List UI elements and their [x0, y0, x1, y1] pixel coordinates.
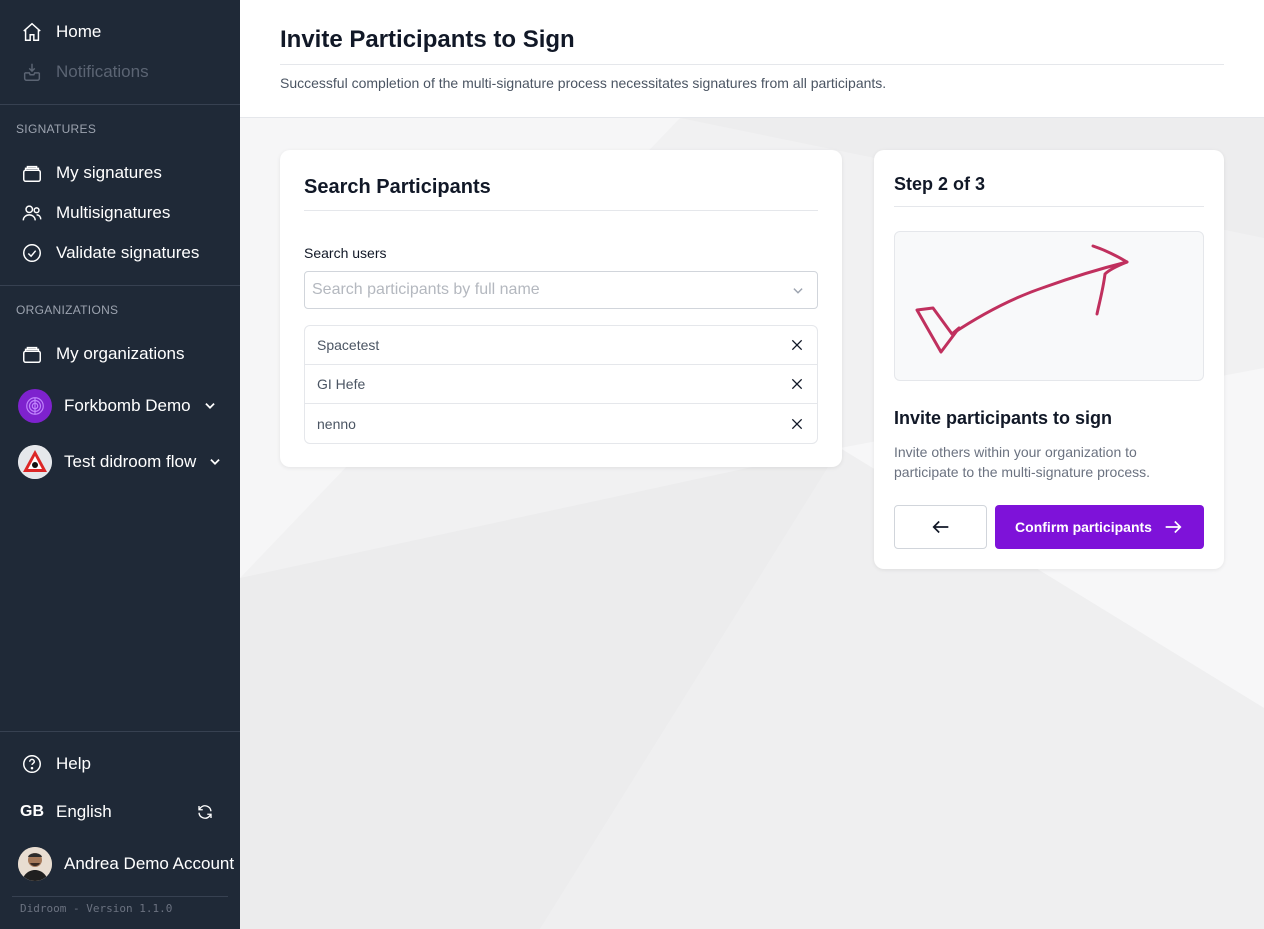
remove-participant-icon[interactable]: [789, 416, 805, 432]
selected-participants-list: Spacetest GI Hefe nenno: [304, 325, 818, 444]
nav-my-organizations[interactable]: My organizations: [20, 342, 185, 366]
back-button[interactable]: [894, 505, 987, 549]
participant-row: Spacetest: [305, 326, 817, 365]
step-card: Step 2 of 3 Invite participants to sign …: [874, 150, 1224, 569]
language-selector[interactable]: GB English: [20, 800, 220, 824]
nav-help-label: Help: [56, 754, 91, 773]
participant-search-field[interactable]: [304, 271, 818, 309]
participant-name: GI Hefe: [317, 376, 366, 392]
nav-my-signatures[interactable]: My signatures: [20, 161, 162, 185]
version-label: Didroom - Version 1.1.0: [20, 902, 173, 915]
language-code: GB: [20, 803, 44, 820]
org-test-didroom-flow[interactable]: Test didroom flow: [18, 445, 222, 479]
org-logo-icon: [18, 445, 52, 479]
org-avatar: [18, 389, 52, 423]
chevron-down-icon[interactable]: [791, 284, 805, 298]
language-label: English: [56, 802, 112, 821]
check-circle-icon: [20, 241, 44, 265]
home-icon: [20, 20, 44, 44]
sidebar-divider: [0, 104, 240, 105]
section-organizations: ORGANIZATIONS: [16, 303, 119, 317]
hand-drawn-arrow-icon: [915, 244, 1129, 354]
nav-notifications-label: Notifications: [56, 62, 149, 81]
nav-my-signatures-label: My signatures: [56, 163, 162, 182]
nav-notifications[interactable]: Notifications: [20, 60, 149, 84]
nav-home[interactable]: Home: [20, 20, 101, 44]
participant-row: nenno: [305, 404, 817, 443]
nav-validate-signatures[interactable]: Validate signatures: [20, 241, 199, 265]
card-title: Search Participants: [304, 176, 491, 198]
chevron-down-icon[interactable]: [203, 399, 217, 413]
org-name: Forkbomb Demo: [64, 396, 191, 415]
page-title: Invite Participants to Sign: [280, 26, 575, 53]
remove-participant-icon[interactable]: [789, 337, 805, 353]
participant-name: nenno: [317, 415, 356, 432]
participant-name: Spacetest: [317, 337, 380, 353]
page-subtitle: Successful completion of the multi-signa…: [280, 75, 887, 91]
stack-icon: [20, 161, 44, 185]
step-divider: [894, 206, 1204, 207]
org-avatar: [18, 445, 52, 479]
nav-validate-signatures-label: Validate signatures: [56, 243, 200, 262]
org-name: Test didroom flow: [64, 452, 197, 471]
refresh-icon[interactable]: [196, 803, 214, 821]
account-name: Andrea Demo Account: [64, 854, 235, 873]
version-divider: [12, 896, 228, 897]
nav-home-label: Home: [56, 22, 102, 41]
remove-participant-icon[interactable]: [789, 376, 805, 392]
step-heading: Invite participants to sign: [894, 408, 1113, 428]
sidebar: Home Notifications SIGNATURES My signatu…: [0, 0, 240, 929]
confirm-participants-button[interactable]: Confirm participants: [995, 505, 1204, 549]
help-icon: [20, 752, 44, 776]
header-divider: [280, 64, 1224, 65]
step-description: Invite others within your organization t…: [894, 444, 1151, 480]
card-divider: [304, 210, 818, 211]
nav-multisignatures-label: Multisignatures: [56, 203, 171, 222]
participant-search-input[interactable]: [305, 272, 775, 308]
org-forkbomb-demo[interactable]: Forkbomb Demo: [18, 389, 217, 423]
search-participants-card: Search Participants Search users Spacete…: [280, 150, 842, 467]
section-signatures: SIGNATURES: [16, 122, 97, 136]
arrow-left-icon: [931, 520, 948, 534]
chevron-down-icon[interactable]: [208, 455, 222, 469]
nav-my-organizations-label: My organizations: [56, 344, 185, 363]
nav-multisignatures[interactable]: Multisignatures: [20, 201, 170, 225]
nav-help[interactable]: Help: [20, 752, 91, 776]
participant-row: GI Hefe: [305, 365, 817, 404]
fingerprint-icon: [26, 397, 44, 415]
step-indicator: Step 2 of 3: [894, 174, 986, 194]
search-users-label: Search users: [304, 245, 387, 261]
account-menu[interactable]: Andrea Demo Account: [18, 847, 234, 881]
sidebar-divider: [0, 731, 240, 732]
users-icon: [20, 201, 44, 225]
arrow-right-icon: [1165, 520, 1182, 534]
stack-icon: [20, 342, 44, 366]
sidebar-divider: [0, 285, 240, 286]
confirm-participants-label: Confirm participants: [1015, 519, 1152, 535]
user-avatar-icon: [18, 847, 52, 881]
avatar: [18, 847, 52, 881]
arrow-illustration: [894, 231, 1204, 381]
page-header: Invite Participants to Sign Successful c…: [240, 0, 1264, 118]
inbox-icon: [20, 60, 44, 84]
